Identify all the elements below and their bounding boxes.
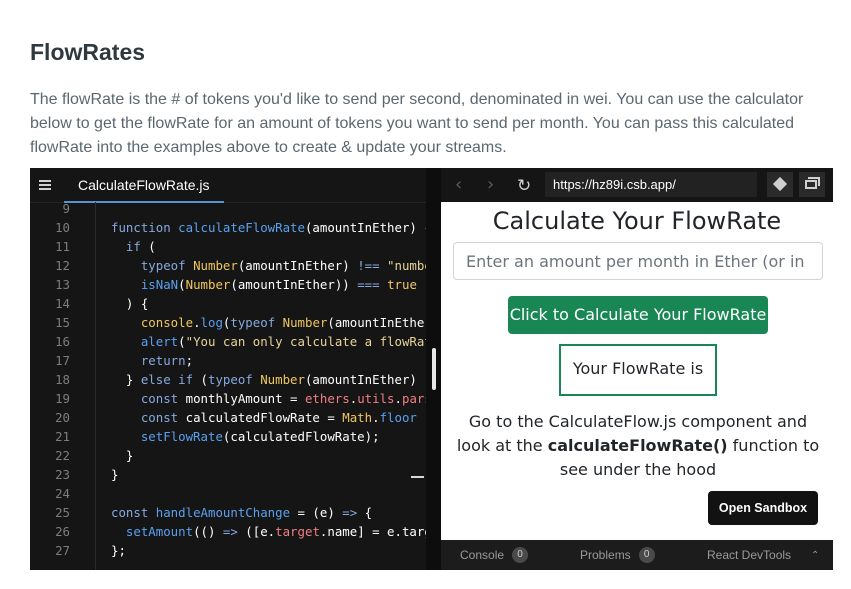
codesandbox-icon: [772, 176, 788, 192]
codesandbox-button[interactable]: [767, 172, 793, 197]
chevron-up-icon[interactable]: ⌃: [811, 550, 819, 561]
editor-tab-bar: CalculateFlowRate.js: [30, 168, 426, 203]
line-number: 22: [55, 448, 70, 463]
cursor-marker: [411, 476, 424, 478]
code-editor[interactable]: CalculateFlowRate.js 9 10 function calcula…: [30, 168, 426, 570]
line-number: 9: [62, 202, 70, 216]
codesandbox-embed: CalculateFlowRate.js 9 10 function calcula…: [30, 168, 833, 570]
line-number: 12: [55, 258, 70, 273]
code-line: 25 const handleAmountChange = (e) => {: [30, 503, 372, 522]
code-line: 27};: [30, 541, 126, 560]
devtools-bar: Console 0 Problems 0 React DevTools ⌃: [441, 540, 833, 570]
file-tab-calculateflowrate[interactable]: CalculateFlowRate.js: [64, 168, 224, 203]
code-line: 14 ) {: [30, 294, 148, 313]
code-line: 23}: [30, 465, 118, 484]
console-count-badge: 0: [512, 547, 529, 563]
code-line: 16 alert("You can only calculate a flowR…: [30, 332, 426, 351]
code-line: 9: [30, 202, 111, 218]
url-bar[interactable]: https://hz89i.csb.app/: [545, 172, 757, 197]
line-number: 25: [55, 505, 70, 520]
chevron-right-icon[interactable]: ›: [487, 175, 494, 195]
browser-toolbar: ‹ › ↻ https://hz89i.csb.app/: [441, 168, 833, 202]
calculate-flowrate-button[interactable]: Click to Calculate Your FlowRate: [508, 296, 768, 334]
browser-preview: ‹ › ↻ https://hz89i.csb.app/ Calculate Y…: [441, 168, 833, 570]
app-frame: Calculate Your FlowRate Click to Calcula…: [441, 202, 833, 540]
code-line: 11 if (: [30, 237, 156, 256]
line-number: 16: [55, 334, 70, 349]
tab-console[interactable]: Console 0: [460, 547, 529, 563]
problems-count-badge: 0: [638, 547, 655, 563]
line-number: 23: [55, 467, 70, 482]
code-line: 19 const monthlyAmount = ethers.utils.pa…: [30, 389, 426, 408]
amount-input[interactable]: [453, 242, 823, 280]
app-note: Go to the CalculateFlow.js component and…: [456, 412, 820, 479]
code-area[interactable]: 9 10 function calculateFlowRate(amountInEt…: [30, 202, 426, 570]
line-number: 18: [55, 372, 70, 387]
app-heading: Calculate Your FlowRate: [492, 207, 782, 235]
line-number: 17: [55, 353, 70, 368]
function-name: calculateFlowRate(): [547, 436, 728, 455]
code-line: 18 } else if (typeof Number(amountInEthe…: [30, 370, 424, 389]
open-sandbox-button[interactable]: Open Sandbox: [708, 491, 818, 525]
code-line: 24: [30, 484, 111, 503]
code-line: 20 const calculatedFlowRate = Math.floor: [30, 408, 417, 427]
line-number: 15: [55, 315, 70, 330]
line-number: 13: [55, 277, 70, 292]
code-line: 17 return;: [30, 351, 193, 370]
tab-problems[interactable]: Problems 0: [580, 547, 655, 563]
open-new-window-button[interactable]: [799, 172, 825, 197]
code-line: 21 setFlowRate(calculatedFlowRate);: [30, 427, 379, 446]
line-number: 11: [55, 239, 70, 254]
resize-handle[interactable]: [432, 348, 436, 390]
reload-icon[interactable]: ↻: [517, 176, 531, 196]
line-number: 10: [55, 220, 70, 235]
line-number: 24: [55, 486, 70, 501]
tab-react-devtools[interactable]: React DevTools: [707, 547, 791, 563]
flowrate-result: Your FlowRate is: [559, 344, 717, 396]
line-number: 20: [55, 410, 70, 425]
line-number: 27: [55, 543, 70, 558]
code-line: 10 function calculateFlowRate(amountInEth…: [30, 218, 426, 237]
flowrate-description: The flowRate is the # of tokens you'd li…: [30, 91, 804, 156]
page-title: FlowRates: [30, 39, 146, 66]
line-number: 21: [55, 429, 70, 444]
code-line: 22 }: [30, 446, 133, 465]
chevron-left-icon[interactable]: ‹: [455, 175, 462, 195]
line-number: 26: [55, 524, 70, 539]
code-line: 26 setAmount(() => ([e.target.name] = e.…: [30, 522, 426, 541]
line-number: 19: [55, 391, 70, 406]
code-line: 13 isNaN(Number(amountInEther)) === true: [30, 275, 417, 294]
line-number: 14: [55, 296, 70, 311]
code-line: 15 console.log(typeof Number(amountInEth…: [30, 313, 426, 332]
hamburger-menu-icon[interactable]: [39, 180, 51, 190]
code-line: 12 typeof Number(amountInEther) !== "num…: [30, 256, 426, 275]
